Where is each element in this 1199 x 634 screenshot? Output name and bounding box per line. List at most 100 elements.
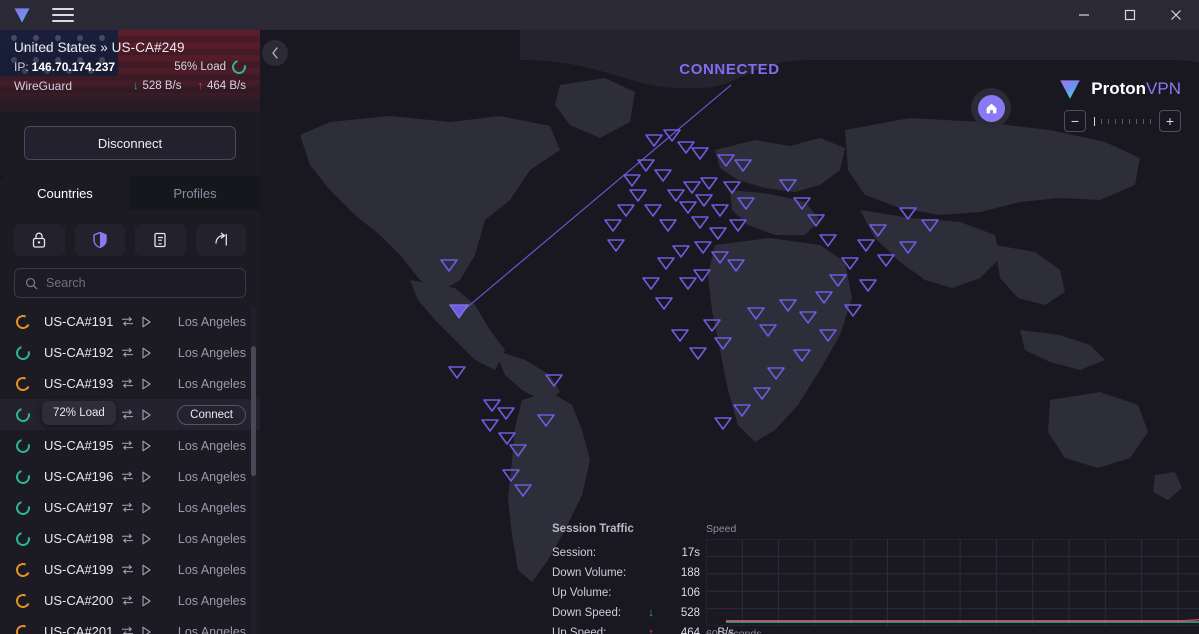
map-zoom-control[interactable]: − + [1064,110,1181,132]
server-name: US-CA#193 [44,376,114,391]
zoom-tick [1136,118,1137,124]
load-ring-icon [14,312,32,331]
load-ring-icon [13,497,33,518]
server-name: US-CA#191 [44,314,114,329]
world-map[interactable]: CONNECTED ProtonVPN − + Session Traffic … [260,30,1199,634]
zoom-out-button[interactable]: − [1064,110,1086,132]
traffic-arrow-icon: ↑ [648,627,654,634]
tor-onion-icon[interactable] [135,224,186,256]
server-row-icons[interactable] [121,471,152,483]
load-ring-icon [14,622,32,634]
p2p-arrow-icon[interactable] [195,224,246,256]
server-rows: US-CA#191 Los Angeles US-CA#192 Los Angeles… [0,306,260,634]
server-city: Los Angeles [177,376,246,391]
zoom-tick [1129,118,1130,124]
server-city: Los Angeles [177,562,246,577]
search-box[interactable] [14,268,246,298]
scrollbar-thumb[interactable] [251,346,256,476]
connect-button[interactable]: Connect [177,404,246,425]
search-input[interactable] [46,276,235,290]
table-row[interactable]: US-CA#197 Los Angeles [0,492,260,523]
server-list[interactable]: US-CA#191 Los Angeles US-CA#192 Los Angeles… [0,306,260,634]
filter-toolbar [0,210,260,256]
server-name: US-CA#196 [44,469,114,484]
swap-icon [122,471,134,482]
search-area [0,256,260,298]
zoom-tick [1108,118,1109,124]
server-city: Los Angeles [177,469,246,484]
minimize-button[interactable] [1061,0,1107,30]
play-icon [142,502,151,513]
table-row[interactable]: US-CA#199 Los Angeles [0,554,260,585]
table-row[interactable]: US-CA#201 Los Angeles [0,616,260,634]
swap-icon [122,440,134,451]
zoom-tick [1150,118,1151,124]
play-icon [142,564,151,575]
netshield-shield-icon[interactable] [74,224,125,256]
zoom-in-button[interactable]: + [1159,110,1181,132]
table-row[interactable]: US-CA#200 Los Angeles [0,585,260,616]
play-icon [142,626,151,634]
server-row-icons[interactable] [121,347,152,359]
server-city: Los Angeles [177,531,246,546]
play-icon [142,347,151,358]
traffic-label: Down Volume: [552,567,627,579]
brand-text: ProtonVPN [1091,79,1181,99]
server-row-icons[interactable] [121,502,152,514]
search-icon [25,277,38,289]
home-icon [986,103,996,113]
zoom-tick [1122,118,1123,124]
tab-countries[interactable]: Countries [0,176,130,210]
traffic-value: 17s [681,547,700,559]
zoom-slider-track[interactable] [1090,116,1155,126]
proton-logo-icon [14,8,30,23]
collapse-sidebar-button[interactable] [262,40,288,66]
server-row-icons[interactable] [121,378,152,390]
chart-x-label: 60 Seconds [706,628,762,634]
server-city: Los Angeles [177,624,246,634]
swap-icon [122,409,134,420]
table-row[interactable]: US-CA#194Connect72% Load [0,399,260,430]
server-name: US-CA#200 [44,593,114,608]
brand-vpn-text: VPN [1146,79,1181,98]
swap-icon [122,378,134,389]
swap-icon [122,347,134,358]
server-row-icons[interactable] [121,440,152,452]
secure-core-lock-icon[interactable] [14,224,65,256]
traffic-label: Down Speed: [552,607,622,619]
load-ring-icon [13,404,33,425]
connection-line [457,84,732,316]
server-name: US-CA#199 [44,562,114,577]
server-row-icons[interactable] [121,533,152,545]
play-icon [142,471,151,482]
table-row[interactable]: US-CA#195 Los Angeles [0,430,260,461]
home-pin-marker[interactable] [971,88,1011,128]
traffic-value: 464 [680,627,700,634]
server-row-icons[interactable] [121,564,152,576]
server-row-icons[interactable] [121,595,152,607]
server-city: Los Angeles [177,438,246,453]
table-row[interactable]: US-CA#192 Los Angeles [0,337,260,368]
home-pin-inner [977,94,1005,122]
table-row[interactable]: US-CA#191 Los Angeles [0,306,260,337]
load-ring-icon [14,560,32,579]
zoom-tick [1101,118,1102,124]
server-row-icons[interactable] [121,409,152,421]
table-row[interactable]: US-CA#198 Los Angeles [0,523,260,554]
close-button[interactable] [1153,0,1199,30]
hamburger-menu-icon[interactable] [52,6,74,24]
zoom-tick [1115,118,1116,124]
server-row-icons[interactable] [121,316,152,328]
zoom-tick-active [1094,116,1095,126]
play-icon [142,595,151,606]
table-row[interactable]: US-CA#196 Los Angeles [0,461,260,492]
server-name: US-CA#192 [44,345,114,360]
chart-svg [705,538,1199,627]
server-city: Los Angeles [177,500,246,515]
play-icon [142,378,151,389]
server-row-icons[interactable] [121,626,152,634]
maximize-button[interactable] [1107,0,1153,30]
tab-profiles[interactable]: Profiles [130,176,260,210]
swap-icon [122,626,134,634]
table-row[interactable]: US-CA#193 Los Angeles [0,368,260,399]
